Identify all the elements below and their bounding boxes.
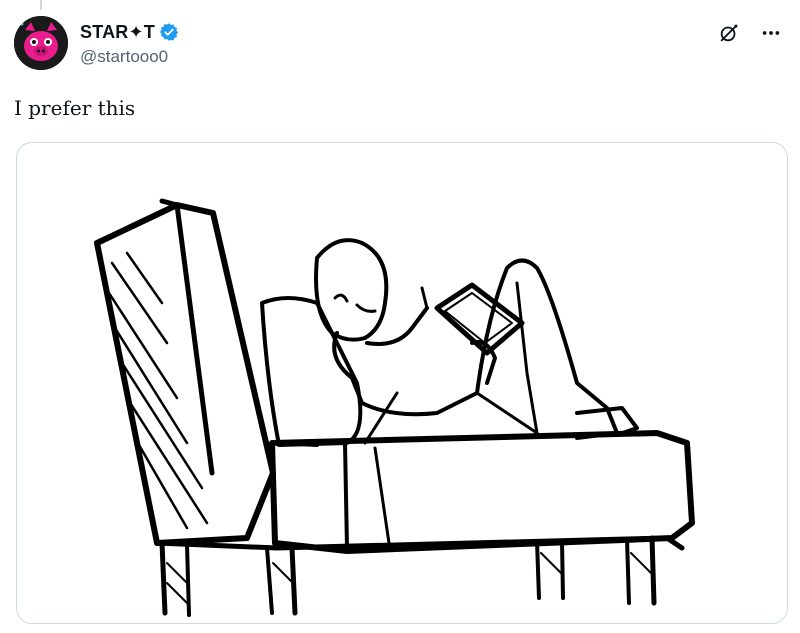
more-icon[interactable]	[760, 22, 782, 44]
tweet-text: I prefer this	[14, 96, 136, 120]
name-row: STAR✦T	[80, 20, 179, 44]
top-actions	[718, 22, 782, 44]
grok-icon[interactable]	[718, 22, 740, 44]
sketch-illustration	[94, 198, 695, 617]
handle[interactable]: @startooo0	[80, 47, 179, 67]
verified-badge-icon[interactable]	[159, 22, 179, 42]
tweet-header: STAR✦T @startooo0	[14, 16, 786, 72]
avatar[interactable]	[14, 16, 68, 70]
name-block: STAR✦T @startooo0	[80, 20, 179, 67]
display-name[interactable]: STAR✦T	[80, 22, 155, 43]
media-image[interactable]	[16, 142, 788, 624]
thread-line	[40, 0, 42, 10]
